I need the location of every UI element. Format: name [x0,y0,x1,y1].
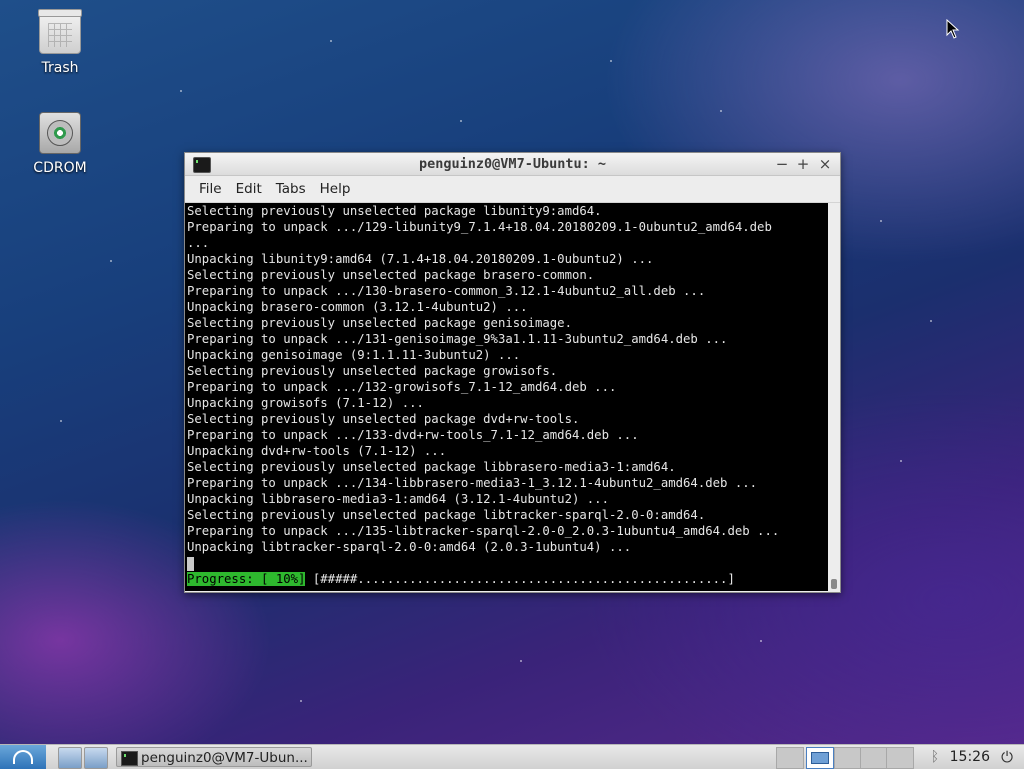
workspace-2[interactable] [834,747,862,769]
progress-bar-text: [#####..................................… [305,572,735,586]
cdrom-icon [39,112,81,154]
maximize-button[interactable]: + [794,155,812,173]
terminal-line: Preparing to unpack .../132-growisofs_7.… [187,380,617,394]
menu-help[interactable]: Help [313,181,358,197]
mouse-cursor-icon [946,18,960,39]
terminal-output[interactable]: Selecting previously unselected package … [185,203,828,591]
text-cursor [187,556,194,571]
menu-file[interactable]: File [192,181,229,197]
terminal-scrollbar[interactable] [828,203,840,591]
task-label: penguinz0@VM7-Ubun... [141,750,308,766]
terminal-line: Preparing to unpack .../135-libtracker-s… [187,524,780,538]
desktop-icon-trash[interactable]: Trash [20,9,100,76]
terminal-line: Unpacking dvd+rw-tools (7.1-12) ... [187,444,447,458]
start-menu-button[interactable] [0,745,46,769]
terminal-line: Unpacking libbrasero-media3-1:amd64 (3.1… [187,492,609,506]
desktop-icon-label: CDROM [33,160,87,176]
terminal-line: ... [187,236,210,250]
terminal-line: Unpacking growisofs (7.1-12) ... [187,396,424,410]
terminal-line: Unpacking libunity9:amd64 (7.1.4+18.04.2… [187,252,654,266]
menu-tabs[interactable]: Tabs [269,181,313,197]
desktop-launcher-icon[interactable] [84,747,108,769]
terminal-line: Unpacking genisoimage (9:1.1.11-3ubuntu2… [187,348,521,362]
terminal-line: Selecting previously unselected package … [187,508,706,522]
terminal-line: Selecting previously unselected package … [187,268,595,282]
terminal-window[interactable]: penguinz0@VM7-Ubuntu: ~ − + × File Edit … [184,152,841,593]
workspace-4[interactable] [886,747,914,769]
window-list-icon[interactable] [776,747,804,769]
terminal-cursor-line [185,555,828,571]
taskbar: penguinz0@VM7-Ubun... ᛒ 15:26 ⏻ [0,744,1024,769]
desktop-icon-cdrom[interactable]: CDROM [20,112,100,176]
terminal-line: Selecting previously unselected package … [187,316,572,330]
minimize-button[interactable]: − [773,155,791,173]
power-icon[interactable]: ⏻ [998,747,1016,767]
bluetooth-icon[interactable]: ᛒ [928,747,942,767]
desktop-icon-label: Trash [41,60,79,76]
terminal-line: Preparing to unpack .../131-genisoimage_… [187,332,728,346]
window-title: penguinz0@VM7-Ubuntu: ~ [419,156,606,172]
menu-edit[interactable]: Edit [229,181,269,197]
terminal-line: Preparing to unpack .../130-brasero-comm… [187,284,706,298]
window-titlebar[interactable]: penguinz0@VM7-Ubuntu: ~ − + × [185,153,840,176]
clock[interactable]: 15:26 [950,747,990,767]
terminal-line: Selecting previously unselected package … [187,204,602,218]
terminal-line: Unpacking brasero-common (3.12.1-4ubuntu… [187,300,528,314]
terminal-line: Selecting previously unselected package … [187,364,558,378]
menu-bar: File Edit Tabs Help [185,176,840,203]
terminal-line: Unpacking libtracker-sparql-2.0-0:amd64 … [187,540,632,554]
progress-line: Progress: [ 10%] [#####.................… [185,571,828,587]
workspace-3[interactable] [860,747,888,769]
terminal-icon [121,751,138,766]
terminal-line: Selecting previously unselected package … [187,460,676,474]
file-manager-launcher-icon[interactable] [58,747,82,769]
terminal-line: Preparing to unpack .../129-libunity9_7.… [187,220,772,234]
trash-icon [38,9,82,54]
workspace-1[interactable] [806,747,834,769]
close-button[interactable]: × [816,155,834,173]
terminal-line: Selecting previously unselected package … [187,412,580,426]
progress-label: Progress: [ 10%] [187,572,306,586]
terminal-line: Preparing to unpack .../134-libbrasero-m… [187,476,758,490]
terminal-line: Preparing to unpack .../133-dvd+rw-tools… [187,428,639,442]
scrollbar-thumb[interactable] [831,579,837,589]
taskbar-task-terminal[interactable]: penguinz0@VM7-Ubun... [116,747,312,767]
